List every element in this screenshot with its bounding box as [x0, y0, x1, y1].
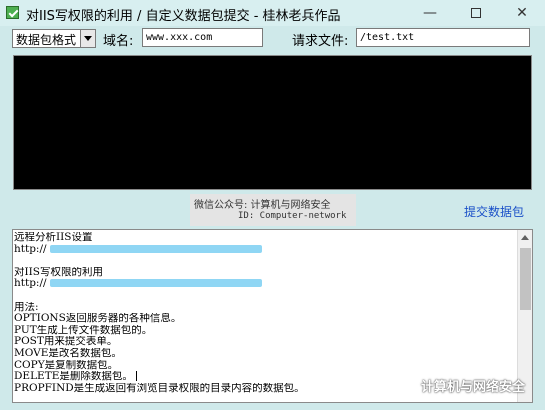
packet-editor[interactable]	[13, 55, 532, 190]
wechat-icon	[397, 377, 417, 393]
watermark-text: 计算机与网络安全	[421, 380, 526, 395]
domain-label: 域名:	[103, 34, 134, 49]
watermark-overlay: 微信公众号: 计算机与网络安全 ID: Computer-network	[190, 194, 356, 226]
packet-format-value: 数据包格式	[16, 33, 77, 47]
title-bar: 对IIS写权限的利用 / 自定义数据包提交 - 桂林老兵作品 — ✕	[0, 0, 545, 26]
minimize-button[interactable]: —	[407, 0, 453, 26]
submit-packet-link[interactable]: 提交数据包	[464, 203, 524, 220]
request-file-label: 请求文件:	[292, 34, 349, 49]
log-line: COPY是复制数据包。	[14, 359, 119, 371]
scrollbar-thumb[interactable]	[520, 248, 531, 310]
watermark-line: 微信公众号: 计算机与网络安全	[194, 200, 331, 211]
log-line: http://	[14, 278, 518, 290]
log-line: 对IIS写权限的利用	[14, 266, 103, 278]
log-line: http://	[14, 244, 518, 256]
packet-format-select[interactable]: 数据包格式	[12, 29, 96, 48]
log-line: POST用来提交表单。	[14, 336, 118, 348]
scroll-up-icon[interactable]	[518, 230, 532, 245]
blurred-url	[49, 279, 262, 288]
maximize-icon	[471, 8, 481, 18]
close-button[interactable]: ✕	[499, 0, 545, 26]
watermark-id: ID: Computer-network	[238, 211, 347, 221]
maximize-button[interactable]	[453, 0, 499, 26]
chevron-down-icon[interactable]	[80, 30, 95, 47]
blurred-url	[49, 244, 262, 253]
log-lines: 远程分析IIS设置 http:// 对IIS写权限的利用 http:// 用法:…	[14, 232, 518, 394]
log-line: 用法:	[14, 301, 39, 313]
log-line: PUT生成上传文件数据包的。	[14, 324, 153, 336]
request-file-input[interactable]	[356, 28, 530, 47]
log-line: OPTIONS返回服务器的各种信息。	[14, 313, 182, 325]
text-caret	[135, 371, 137, 382]
log-line: 远程分析IIS设置	[14, 232, 93, 243]
domain-input[interactable]	[142, 28, 263, 47]
log-line: MOVE是改名数据包。	[14, 347, 122, 359]
window-title: 对IIS写权限的利用 / 自定义数据包提交 - 桂林老兵作品	[26, 9, 341, 24]
app-icon	[6, 6, 19, 19]
